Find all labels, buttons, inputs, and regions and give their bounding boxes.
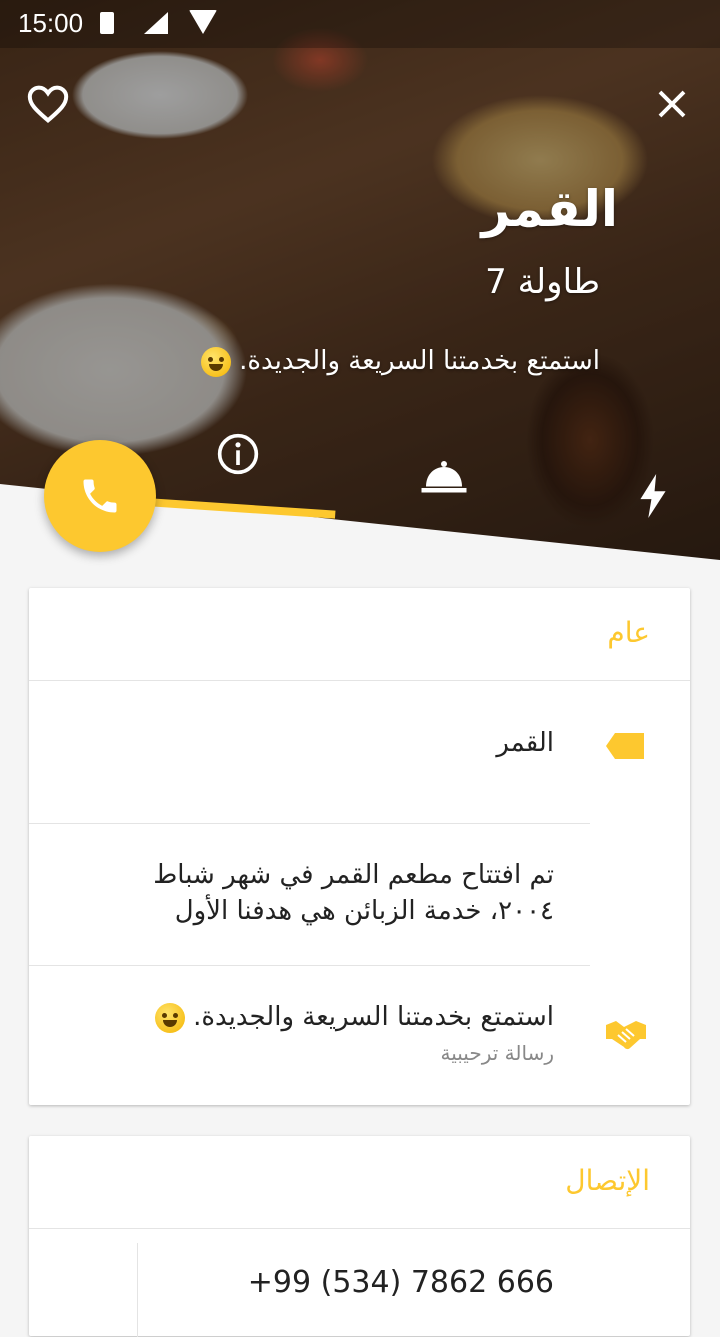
description-row: تم افتتاح مطعم القمر في شهر شباط ٢٠٠٤، خ… xyxy=(29,823,690,966)
label-icon xyxy=(606,733,644,759)
lightning-icon[interactable] xyxy=(636,474,670,518)
contact-card: الإتصال +99 (534) 7862 666 xyxy=(29,1136,690,1337)
status-time: 15:00 xyxy=(18,8,84,38)
call-button[interactable] xyxy=(44,440,156,552)
phone-number: +99 (534) 7862 666 xyxy=(247,1265,554,1300)
restaurant-name-value: القمر xyxy=(496,728,554,758)
welcome-text: استمتع بخدمتنا السريعة والجديدة. xyxy=(200,346,600,377)
heart-icon[interactable] xyxy=(26,84,70,124)
welcome-label: رسالة ترحيبية xyxy=(440,1041,554,1065)
smile-emoji xyxy=(154,1002,185,1033)
phone-row[interactable]: +99 (534) 7862 666 xyxy=(29,1229,690,1337)
handshake-icon xyxy=(606,1021,646,1050)
welcome-row: استمتع بخدمتنا السريعة والجديدة. رسالة ت… xyxy=(29,965,690,1105)
smile-emoji xyxy=(200,346,231,377)
table-number: طاولة 7 xyxy=(485,262,600,302)
welcome-message: استمتع بخدمتنا السريعة والجديدة. xyxy=(239,346,600,376)
phone-icon xyxy=(83,479,117,513)
close-icon[interactable] xyxy=(654,86,690,122)
divider xyxy=(137,1243,138,1337)
description-text: تم افتتاح مطعم القمر في شهر شباط ٢٠٠٤، خ… xyxy=(153,860,554,926)
contact-header: الإتصال xyxy=(29,1136,690,1229)
welcome-value: استمتع بخدمتنا السريعة والجديدة. xyxy=(154,999,554,1035)
welcome-message-value: استمتع بخدمتنا السريعة والجديدة. xyxy=(193,1002,554,1032)
wifi-icon xyxy=(189,10,217,34)
signal-icon xyxy=(144,12,168,34)
contact-header-label: الإتصال xyxy=(565,1164,650,1197)
status-bar: 15:00 xyxy=(0,0,720,48)
general-card: عام القمر تم افتتاح مطعم القمر في شهر شب… xyxy=(29,588,690,1105)
name-row: القمر xyxy=(29,681,690,824)
info-icon[interactable] xyxy=(216,432,260,476)
restaurant-name: القمر xyxy=(481,180,618,238)
battery-icon xyxy=(100,12,114,34)
general-header-label: عام xyxy=(607,616,650,649)
general-header: عام xyxy=(29,588,690,681)
service-bell-icon[interactable] xyxy=(420,458,468,494)
